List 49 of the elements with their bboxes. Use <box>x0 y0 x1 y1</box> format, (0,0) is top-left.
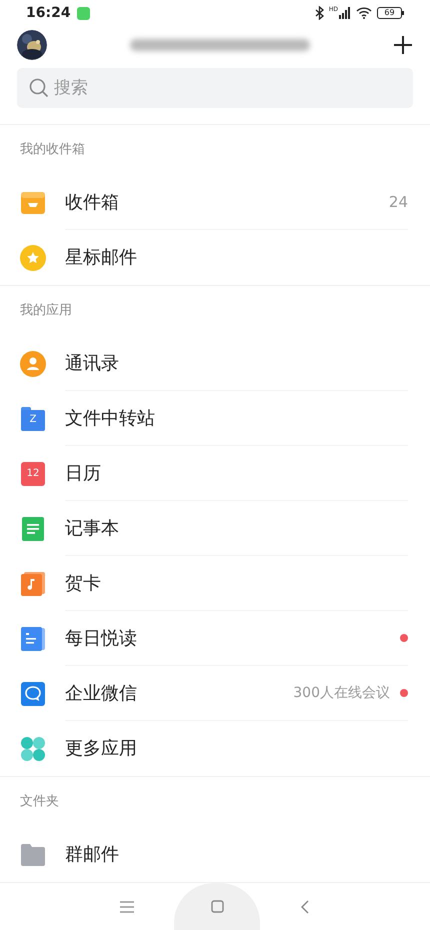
chat-bubble-icon <box>21 682 45 706</box>
section-title: 我的收件箱 <box>20 141 85 160</box>
item-label: 群邮件 <box>65 843 120 867</box>
search-field[interactable]: 搜索 <box>17 68 413 108</box>
back-icon[interactable] <box>300 900 310 914</box>
apps-grid-icon <box>21 736 45 760</box>
item-label: 每日悦读 <box>65 626 138 650</box>
status-time: 16:24 <box>26 4 71 23</box>
item-label: 收件箱 <box>65 190 120 214</box>
menu-item[interactable]: 通讯录 <box>0 336 430 391</box>
item-note: 300人在线会议 <box>293 684 390 702</box>
signal-icon <box>339 7 351 20</box>
search-icon <box>29 78 49 98</box>
item-label: 记事本 <box>65 516 120 540</box>
notification-app-icon <box>76 6 90 20</box>
wifi-icon <box>356 7 372 20</box>
item-label: 文件中转站 <box>65 406 156 430</box>
menu-icon[interactable] <box>120 900 134 912</box>
menu-item[interactable]: 星标邮件 <box>0 230 430 285</box>
menu-item[interactable]: 每日悦读 <box>0 611 430 666</box>
folder-icon <box>21 844 45 866</box>
item-label: 更多应用 <box>65 737 138 761</box>
item-label: 通讯录 <box>65 352 120 376</box>
item-label: 贺卡 <box>65 572 102 596</box>
add-icon[interactable] <box>393 35 413 56</box>
menu-item[interactable]: 群邮件 <box>0 827 430 882</box>
bluetooth-icon <box>314 6 324 20</box>
square-icon <box>210 900 224 913</box>
person-icon <box>20 350 46 376</box>
folder-icon: Z <box>21 406 45 430</box>
menu-item[interactable]: Z 文件中转站 <box>0 391 430 446</box>
menu-item[interactable]: 更多应用 <box>0 721 430 776</box>
menu-item[interactable]: 企业微信 300人在线会议 <box>0 666 430 721</box>
music-note-icon <box>21 572 45 596</box>
menu-item[interactable]: 收件箱 24 <box>0 175 430 230</box>
section-title: 文件夹 <box>20 793 59 812</box>
item-label: 企业微信 <box>65 682 138 706</box>
item-label: 星标邮件 <box>65 246 138 270</box>
item-label: 日历 <box>65 462 102 486</box>
menu-item[interactable]: 贺卡 <box>0 556 430 611</box>
calendar-icon: 12 <box>21 462 45 486</box>
note-icon <box>22 516 44 540</box>
item-count: 24 <box>388 192 408 213</box>
menu-item[interactable]: 12 日历 <box>0 446 430 501</box>
document-icon <box>21 626 45 650</box>
menu-item[interactable]: 记事本 <box>0 501 430 556</box>
section-title: 我的应用 <box>20 302 72 320</box>
battery-indicator: 69 <box>377 7 402 20</box>
inbox-tray-icon <box>21 192 45 214</box>
